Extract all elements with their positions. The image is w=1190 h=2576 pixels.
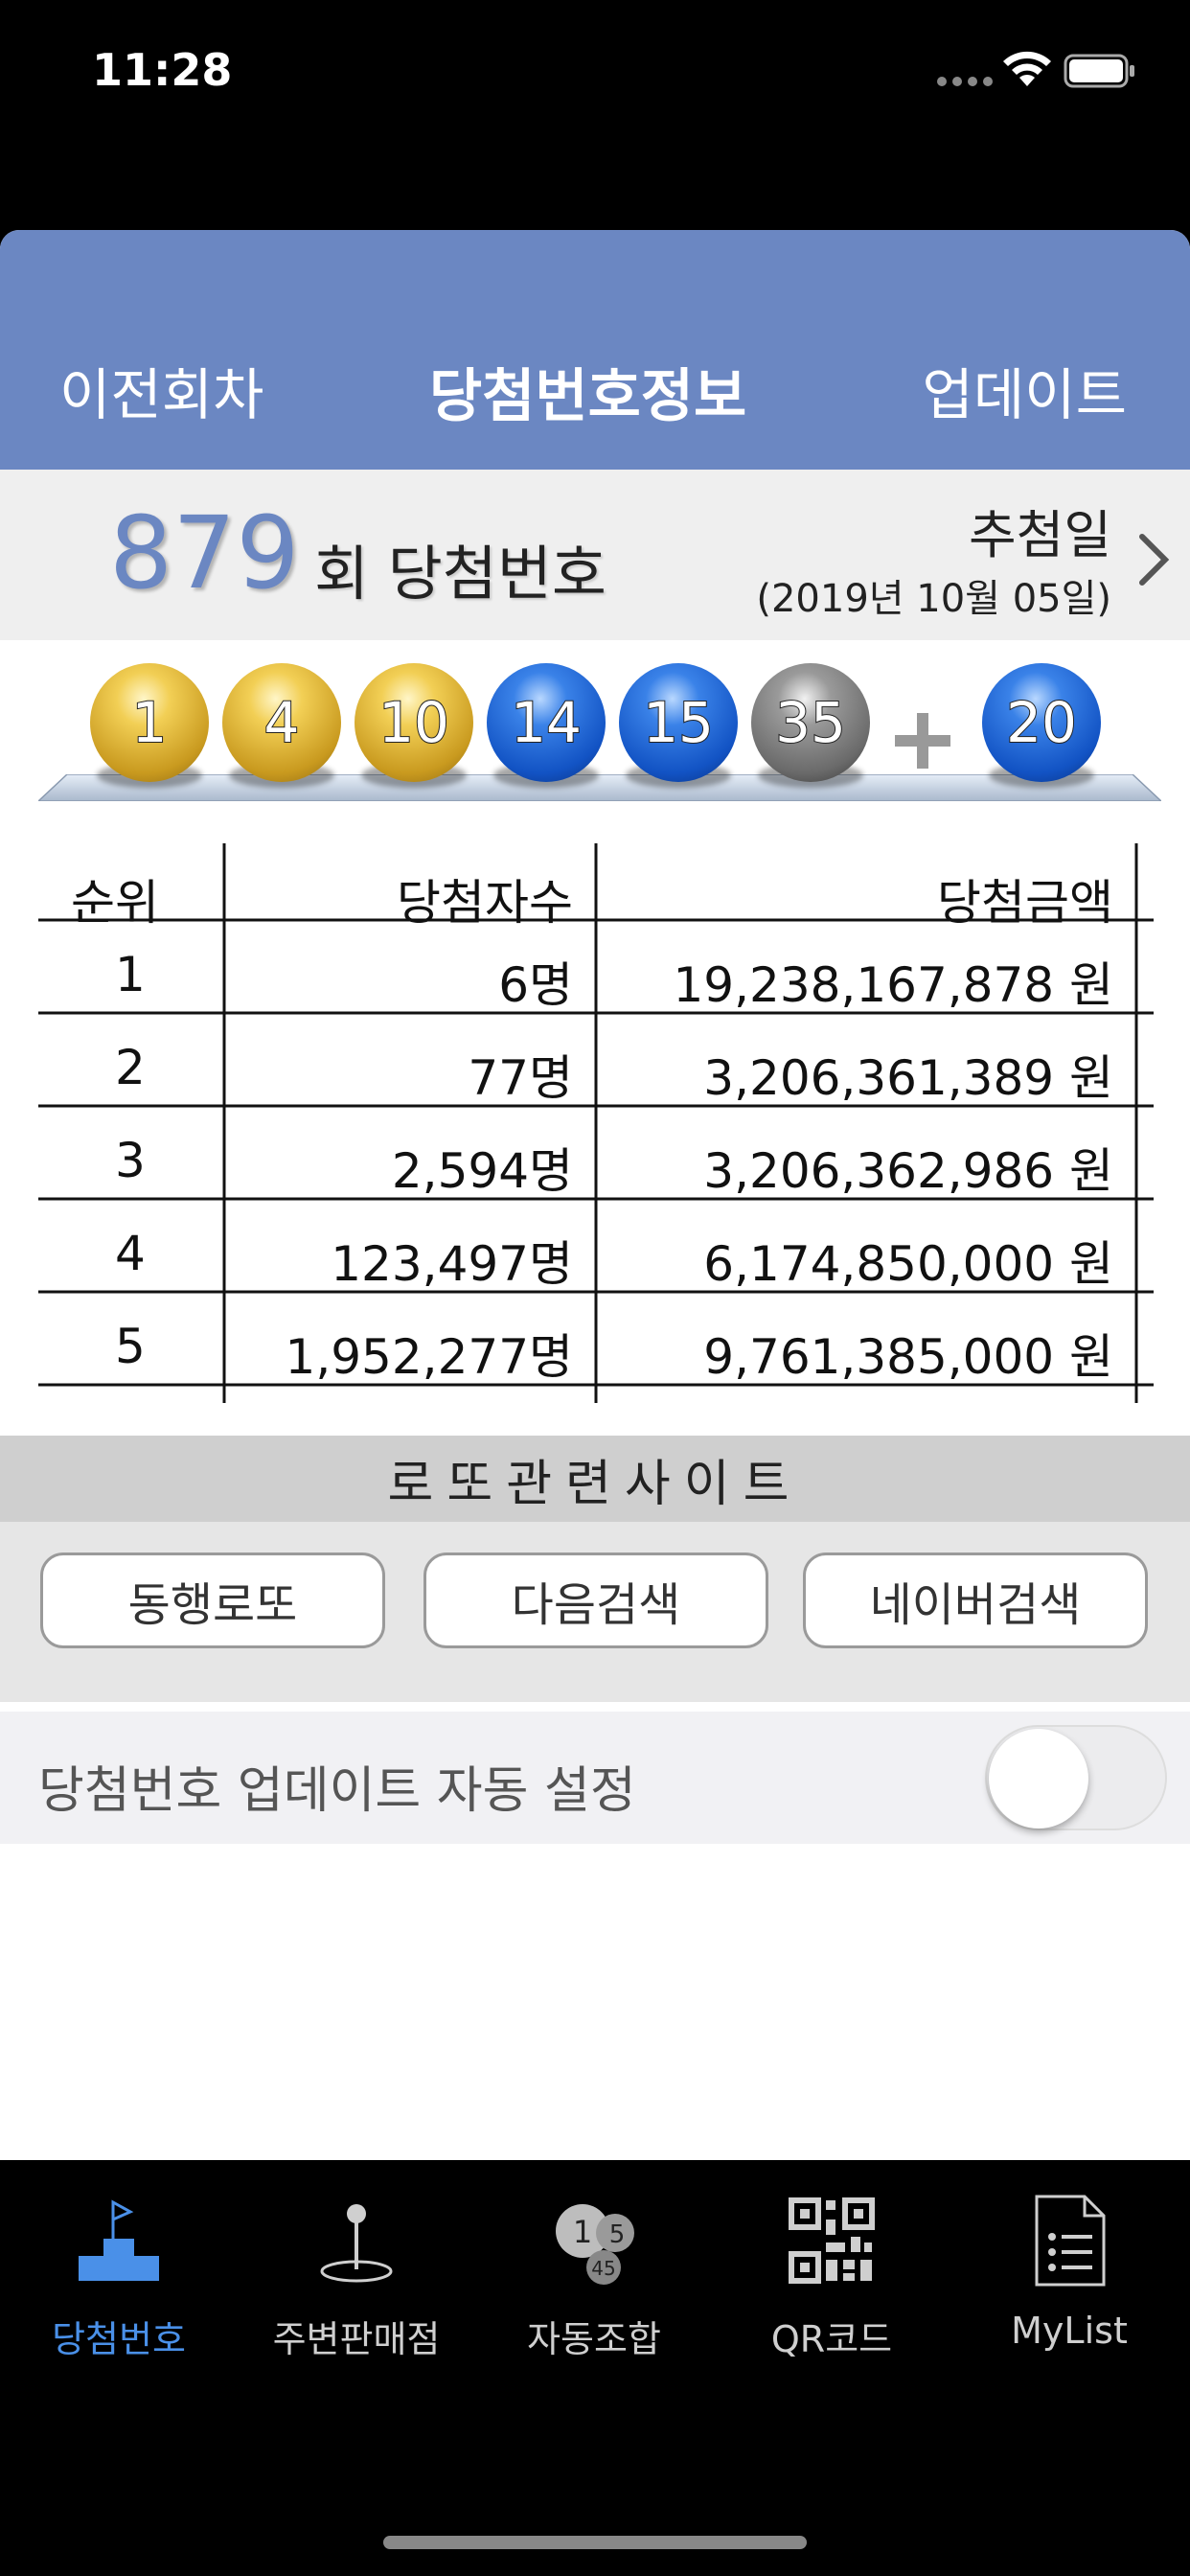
app-container: 이전회차 당첨번호정보 업데이트 879 회 당첨번호 추첨일 (2019년 1… (0, 230, 1190, 2160)
tab-nearby-stores[interactable]: 주변판매점 (238, 2183, 475, 2365)
status-bar: 11:28 (0, 0, 1190, 144)
lotto-ball: 35 (751, 663, 870, 782)
wifi-icon (1003, 51, 1051, 86)
site-button-daum-search[interactable]: 다음검색 (423, 1552, 768, 1648)
sites-section: 동행로또 다음검색 네이버검색 (0, 1522, 1190, 1702)
chevron-right-icon[interactable] (1136, 531, 1171, 588)
battery-icon (1064, 54, 1134, 88)
svg-text:5: 5 (609, 2220, 626, 2249)
auto-update-label: 당첨번호 업데이트 자동 설정 (38, 1762, 636, 1820)
round-label: 회 당첨번호 (314, 539, 606, 609)
home-indicator[interactable] (383, 2536, 807, 2549)
header-winners: 당첨자수 (397, 875, 573, 931)
auto-update-toggle[interactable] (985, 1725, 1167, 1830)
winners-cell: 123,497명 (331, 1236, 573, 1292)
tab-label: 자동조합 (527, 2318, 661, 2360)
amount-cell: 9,761,385,000 원 (703, 1329, 1113, 1385)
tab-label: 주변판매점 (272, 2318, 441, 2360)
document-list-icon (1035, 2195, 1106, 2287)
update-button[interactable]: 업데이트 (923, 350, 1127, 430)
draw-date: (2019년 10월 05일) (756, 577, 1111, 621)
qr-code-icon (789, 2197, 875, 2284)
plus-icon (895, 713, 950, 769)
tab-winning-numbers[interactable]: 당첨번호 (0, 2183, 238, 2365)
previous-round-button[interactable]: 이전회차 (59, 350, 263, 430)
amount-cell: 3,206,362,986 원 (703, 1143, 1113, 1199)
winners-cell: 77명 (468, 1050, 573, 1106)
lotto-ball: 1 (90, 663, 209, 782)
tab-auto-combination[interactable]: 1 5 45 자동조합 (475, 2183, 713, 2365)
tab-qr-code[interactable]: QR코드 (713, 2183, 950, 2365)
bonus-ball: 20 (982, 663, 1101, 782)
amount-cell: 19,238,167,878 원 (673, 957, 1113, 1013)
tab-bar: 당첨번호 주변판매점 1 5 45 자동조합 QR코드 MyList (0, 2160, 1190, 2576)
draw-date-label: 추첨일 (968, 505, 1111, 565)
amount-cell: 3,206,361,389 원 (703, 1050, 1113, 1106)
podium-flag-icon (79, 2199, 159, 2281)
site-button-naver-search[interactable]: 네이버검색 (803, 1552, 1148, 1648)
rank-cell: 4 (115, 1226, 146, 1281)
winners-cell: 1,952,277명 (285, 1329, 573, 1385)
winners-cell: 2,594명 (391, 1143, 573, 1199)
cellular-signal-icon (937, 77, 993, 86)
winners-cell: 6명 (498, 957, 573, 1013)
tab-label: MyList (1011, 2310, 1128, 2352)
svg-text:45: 45 (591, 2257, 615, 2280)
rank-cell: 5 (115, 1319, 146, 1374)
tab-mylist[interactable]: MyList (950, 2183, 1188, 2365)
map-pin-icon (320, 2204, 393, 2283)
auto-update-row: 당첨번호 업데이트 자동 설정 (0, 1712, 1190, 1844)
navigation-bar: 이전회차 당첨번호정보 업데이트 (0, 230, 1190, 470)
rank-cell: 2 (115, 1040, 146, 1095)
round-number: 879 (109, 494, 300, 611)
lotto-ball: 15 (619, 663, 738, 782)
page-title: 당첨번호정보 (429, 363, 747, 430)
status-time: 11:28 (92, 44, 233, 96)
svg-text:1: 1 (573, 2214, 592, 2250)
lotto-ball: 10 (355, 663, 473, 782)
lotto-ball: 4 (222, 663, 341, 782)
lotto-ball: 14 (487, 663, 606, 782)
header-amount: 당첨금액 (937, 875, 1113, 931)
rank-cell: 3 (115, 1133, 146, 1188)
site-button-donghaeng-lotto[interactable]: 동행로또 (40, 1552, 385, 1648)
round-header[interactable]: 879 회 당첨번호 추첨일 (2019년 10월 05일) (0, 470, 1190, 640)
rank-cell: 1 (115, 947, 146, 1002)
sites-section-header: 로또관련사이트 (0, 1436, 1190, 1522)
winning-numbers: 1 4 10 14 15 35 20 (0, 640, 1190, 824)
toggle-knob (989, 1729, 1088, 1828)
tab-label: 당첨번호 (52, 2318, 186, 2360)
lotto-balls-icon: 1 5 45 (556, 2204, 634, 2285)
amount-cell: 6,174,850,000 원 (703, 1236, 1113, 1292)
header-rank: 순위 (71, 875, 159, 931)
tab-label: QR코드 (770, 2318, 893, 2360)
